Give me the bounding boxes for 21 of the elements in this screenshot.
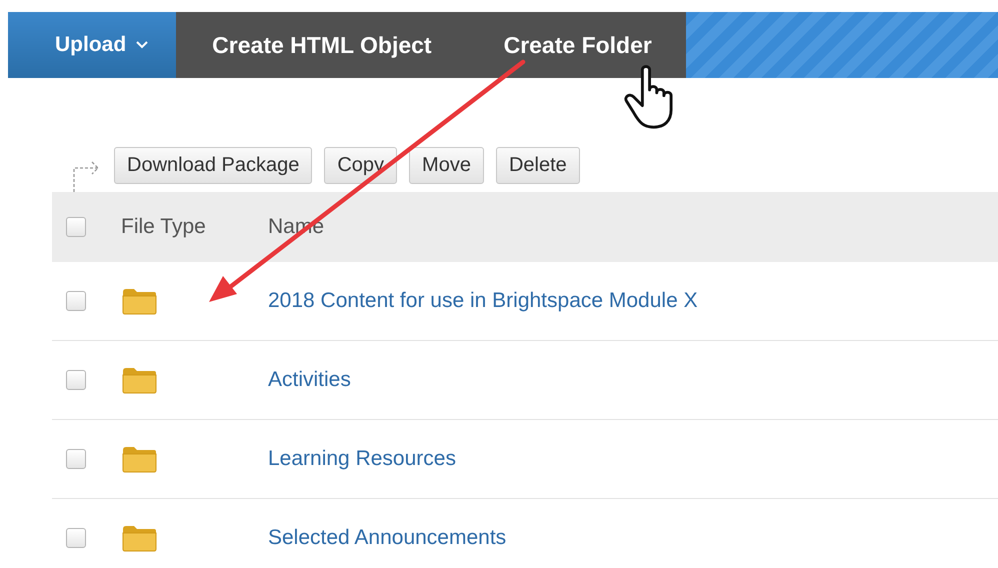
upload-menu-button[interactable]: Upload [8,12,176,78]
folder-icon [121,444,159,474]
menu-button[interactable]: Create HTML Object [176,12,468,78]
folder-icon [121,523,159,553]
folder-link[interactable]: 2018 Content for use in Brightspace Module X [268,289,698,312]
toolbar-button[interactable]: Delete [496,147,580,184]
caret-icon [136,41,148,49]
checkbox[interactable] [66,449,86,469]
folder-link[interactable]: Activities [268,368,351,391]
folder-link[interactable]: Learning Resources [268,447,456,470]
checkbox[interactable] [66,528,86,548]
folder-link[interactable]: Selected Announcements [268,526,506,549]
menu-button[interactable]: Create Folder [468,12,686,78]
checkbox[interactable] [66,217,86,237]
column-header: File Type [121,215,207,239]
folder-icon [121,286,159,316]
toolbar-button[interactable]: Move [409,147,484,184]
checkbox[interactable] [66,291,86,311]
toolbar-button[interactable]: Download Package [114,147,312,184]
checkbox[interactable] [66,370,86,390]
folder-icon [121,365,159,395]
